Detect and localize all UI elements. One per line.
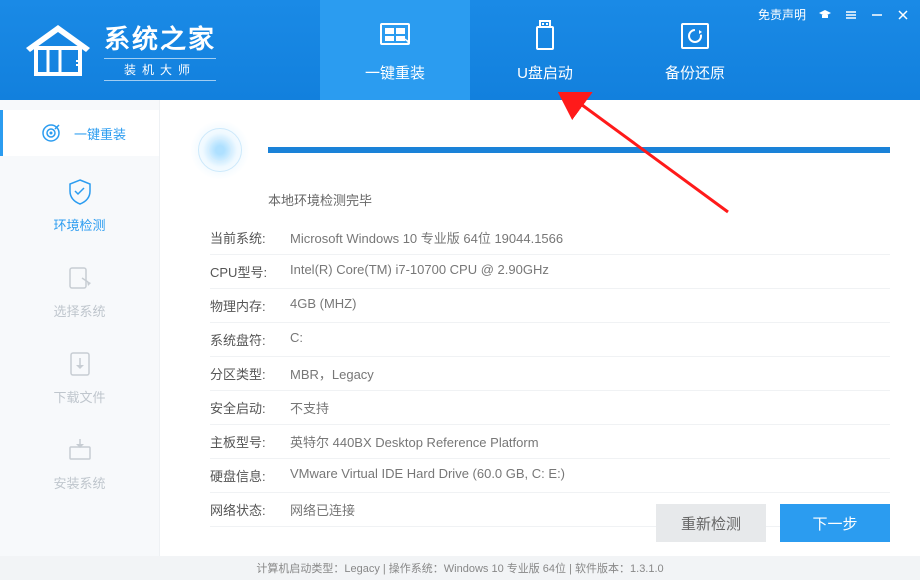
footer-status: 计算机启动类型：Legacy | 操作系统：Windows 10 专业版 64位… xyxy=(0,556,920,580)
target-icon xyxy=(36,118,66,148)
tab-reinstall-label: 一键重装 xyxy=(365,62,425,83)
download-file-icon xyxy=(65,349,95,379)
info-row-secureboot: 安全启动:不支持 xyxy=(210,391,890,425)
sidebar-item-download[interactable]: 下载文件 xyxy=(0,334,159,420)
info-row-sysdrive: 系统盘符:C: xyxy=(210,323,890,357)
sidebar-item-select-system[interactable]: 选择系统 xyxy=(0,248,159,334)
sidebar-item-env-check[interactable]: 环境检测 xyxy=(0,162,159,248)
windows-reinstall-icon xyxy=(377,18,413,54)
info-row-motherboard: 主板型号:英特尔 440BX Desktop Reference Platfor… xyxy=(210,425,890,459)
info-row-disk: 硬盘信息:VMware Virtual IDE Hard Drive (60.0… xyxy=(210,459,890,493)
backup-restore-icon xyxy=(677,18,713,54)
next-button[interactable]: 下一步 xyxy=(780,504,890,542)
progress-bar xyxy=(268,147,890,153)
sidebar-label-reinstall: 一键重装 xyxy=(74,124,126,143)
radar-icon xyxy=(190,120,250,180)
logo-area: 系统之家 装机大师 xyxy=(0,19,320,81)
redetect-button[interactable]: 重新检测 xyxy=(656,504,766,542)
detect-status: 本地环境检测完毕 xyxy=(268,190,890,209)
app-header: 系统之家 装机大师 一键重装 U盘启动 备份还原 免责声明 xyxy=(0,0,920,100)
graduation-icon[interactable] xyxy=(818,8,832,22)
minimize-button[interactable] xyxy=(870,8,884,22)
titlebar: 免责声明 xyxy=(758,6,910,23)
close-button[interactable] xyxy=(896,8,910,22)
sidebar-label-download: 下载文件 xyxy=(53,387,105,406)
tab-usb-boot-label: U盘启动 xyxy=(517,62,573,83)
info-row-os: 当前系统:Microsoft Windows 10 专业版 64位 19044.… xyxy=(210,221,890,255)
info-row-partition: 分区类型:MBR，Legacy xyxy=(210,357,890,391)
info-row-cpu: CPU型号:Intel(R) Core(TM) i7-10700 CPU @ 2… xyxy=(210,255,890,289)
detect-row xyxy=(190,120,890,180)
select-system-icon xyxy=(65,263,95,293)
tab-usb-boot[interactable]: U盘启动 xyxy=(470,0,620,100)
shield-check-icon xyxy=(65,177,95,207)
action-buttons: 重新检测 下一步 xyxy=(656,504,890,542)
install-system-icon xyxy=(65,435,95,465)
sidebar-label-install: 安装系统 xyxy=(53,473,105,492)
menu-icon[interactable] xyxy=(844,8,858,22)
body-area: 一键重装 环境检测 选择系统 下载文件 安装系统 本地环境检测完毕 当前系统:M… xyxy=(0,100,920,556)
sidebar-item-reinstall[interactable]: 一键重装 xyxy=(0,110,159,156)
sidebar-label-select-system: 选择系统 xyxy=(53,301,105,320)
tab-backup-restore-label: 备份还原 xyxy=(665,62,725,83)
info-row-ram: 物理内存:4GB (MHZ) xyxy=(210,289,890,323)
tab-backup-restore[interactable]: 备份还原 xyxy=(620,0,770,100)
house-logo-icon xyxy=(18,20,98,80)
usb-boot-icon xyxy=(527,18,563,54)
sidebar-label-env-check: 环境检测 xyxy=(53,215,105,234)
system-info-table: 当前系统:Microsoft Windows 10 专业版 64位 19044.… xyxy=(210,221,890,527)
brand-title: 系统之家 xyxy=(104,19,216,56)
content-panel: 本地环境检测完毕 当前系统:Microsoft Windows 10 专业版 6… xyxy=(160,100,920,556)
sidebar-item-install[interactable]: 安装系统 xyxy=(0,420,159,506)
sidebar: 一键重装 环境检测 选择系统 下载文件 安装系统 xyxy=(0,100,160,556)
disclaimer-link[interactable]: 免责声明 xyxy=(758,6,806,23)
tab-reinstall[interactable]: 一键重装 xyxy=(320,0,470,100)
brand-subtitle: 装机大师 xyxy=(104,58,216,81)
top-tabs: 一键重装 U盘启动 备份还原 xyxy=(320,0,770,100)
